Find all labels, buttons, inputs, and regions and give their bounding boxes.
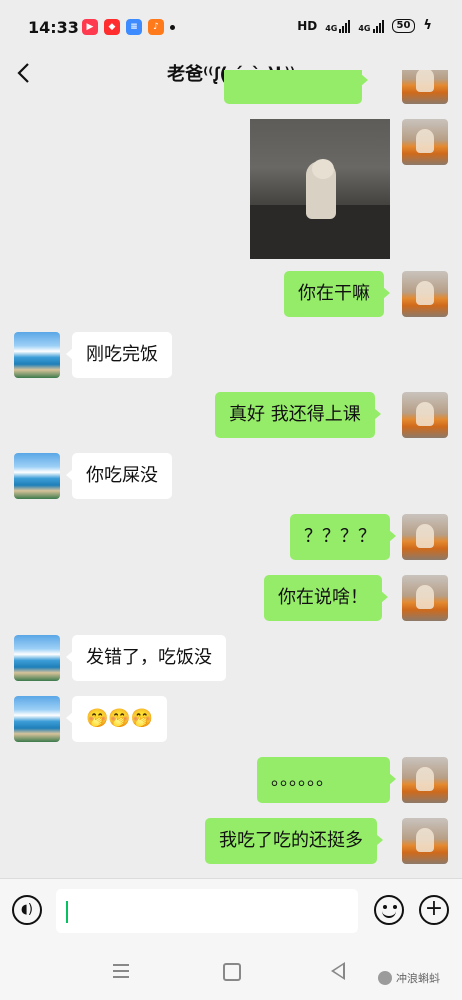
message-bubble[interactable]: 。。。。。。	[257, 757, 396, 803]
home-icon[interactable]	[223, 963, 241, 981]
watermark-text: 冲浪蝌蚪	[396, 972, 440, 985]
message-bubble[interactable]: 你在说啥！	[264, 575, 388, 621]
status-indicators: HD 4G 4G 50 ϟ	[297, 18, 432, 33]
message-bubble[interactable]: 刚吃完饭	[66, 332, 172, 378]
recent-apps-icon[interactable]	[113, 964, 129, 978]
status-bar: 14:33 ▶ ◆ ≡ ♪ HD 4G 4G 50 ϟ	[0, 0, 462, 56]
plus-icon[interactable]: +	[419, 895, 449, 925]
my-avatar[interactable]	[402, 70, 448, 104]
emoji-icon[interactable]	[374, 895, 404, 925]
text-caret	[66, 901, 68, 923]
message-bubble[interactable]: 发错了，吃饭没	[66, 635, 226, 681]
message-bubble[interactable]: 🤭🤭🤭	[65, 696, 168, 742]
my-avatar[interactable]	[402, 818, 448, 864]
input-bar: ◖) +	[0, 878, 462, 943]
watermark: 冲浪蝌蚪	[378, 970, 440, 986]
message-bubble[interactable]: 你在干嘛	[284, 271, 390, 317]
battery-icon: 50	[391, 18, 416, 33]
watermark-logo-icon	[378, 971, 392, 985]
contact-avatar[interactable]	[14, 696, 60, 742]
message-bubble[interactable]	[224, 70, 368, 104]
contact-avatar[interactable]	[14, 635, 60, 681]
contact-avatar[interactable]	[14, 332, 60, 378]
system-nav-bar: 冲浪蝌蚪	[0, 942, 462, 1000]
my-avatar[interactable]	[402, 392, 448, 438]
hd-label: HD	[297, 18, 318, 33]
charging-icon: ϟ	[423, 18, 432, 33]
message-input[interactable]	[56, 889, 358, 933]
my-avatar[interactable]	[402, 757, 448, 803]
wallet-app-icon: ≡	[126, 19, 142, 35]
message-bubble[interactable]: 你吃屎没	[66, 453, 172, 499]
signal-1-icon: 4G	[325, 19, 351, 33]
status-time: 14:33	[28, 18, 79, 37]
signal-2-icon: 4G	[358, 19, 384, 33]
my-avatar[interactable]	[402, 271, 448, 317]
status-app-icons: ▶ ◆ ≡ ♪	[82, 19, 175, 35]
notification-dot-icon	[170, 24, 175, 30]
message-bubble[interactable]: 我吃了吃的还挺多	[205, 818, 383, 864]
message-bubble[interactable]: 真好 我还得上课	[215, 392, 381, 438]
image-message[interactable]	[250, 119, 390, 259]
my-avatar[interactable]	[402, 119, 448, 165]
my-avatar[interactable]	[402, 514, 448, 560]
my-avatar[interactable]	[402, 575, 448, 621]
shop-app-icon: ◆	[104, 19, 120, 35]
video-app-icon: ▶	[82, 19, 98, 35]
message-list[interactable]: 你在干嘛 刚吃完饭 真好 我还得上课 你吃屎没 ？？？？ 你在说啥！ 发错了，吃…	[0, 70, 462, 878]
voice-input-icon[interactable]: ◖)	[12, 895, 42, 925]
nav-back-icon[interactable]	[331, 962, 345, 980]
message-bubble[interactable]: ？？？？	[290, 514, 396, 560]
contact-avatar[interactable]	[14, 453, 60, 499]
listen-app-icon: ♪	[148, 19, 164, 35]
